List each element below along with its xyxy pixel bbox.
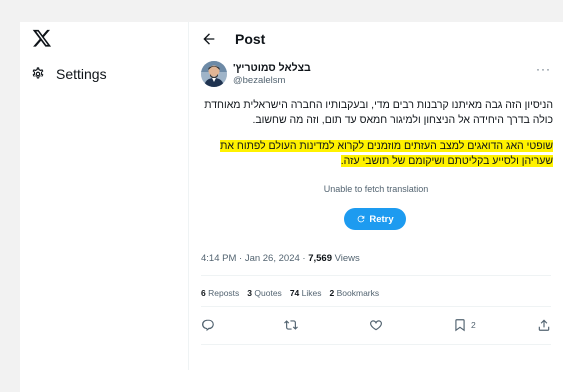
tweet-paragraph-1: הניסיון הזה גבה מאיתנו קרבנות רבים מדי, …: [204, 99, 553, 126]
views-count: 7,569: [308, 253, 332, 264]
quotes-count: 3: [247, 288, 253, 298]
retry-button[interactable]: Retry: [344, 208, 406, 230]
back-arrow-icon[interactable]: [201, 31, 217, 47]
tweet-author: בצלאל סמוטריץ' @bezalelsm ···: [201, 60, 553, 90]
bookmarks-stat[interactable]: 2 Bookmarks: [330, 288, 380, 298]
page-title: Post: [235, 31, 266, 47]
quotes-label: Quotes: [254, 288, 282, 298]
likes-label: Likes: [301, 288, 322, 298]
translation-error-message: Unable to fetch translation: [323, 184, 429, 194]
tweet-timestamp: 4:14 PM · Jan 26, 2024 · 7,569 Views: [201, 253, 360, 264]
retry-label: Retry: [369, 213, 394, 225]
views-label: Views: [331, 253, 360, 264]
reposts-count: 6: [201, 288, 206, 298]
reply-button[interactable]: [201, 317, 215, 333]
bookmark-button[interactable]: 2: [453, 317, 476, 333]
app-frame: Settings Post בצלאל סמוטריץ' @bezalelsm …: [20, 22, 563, 392]
share-button[interactable]: [537, 317, 551, 333]
tweet-time[interactable]: 4:14 PM · Jan 26, 2024 ·: [201, 253, 308, 264]
avatar-image: [201, 61, 227, 87]
like-button[interactable]: [369, 317, 383, 333]
share-icon: [538, 319, 550, 331]
divider: [201, 275, 551, 276]
author-names: בצלאל סמוטריץ' @bezalelsm: [233, 62, 311, 86]
reposts-stat[interactable]: 6 Reposts: [201, 288, 239, 298]
settings-nav-item[interactable]: Settings: [30, 66, 107, 82]
tweet-text: הניסיון הזה גבה מאיתנו קרבנות רבים מדי, …: [201, 98, 553, 169]
repost-button[interactable]: [284, 317, 298, 333]
divider: [201, 306, 551, 307]
avatar[interactable]: [201, 61, 227, 87]
bookmarks-count: 2: [329, 288, 335, 298]
author-display-name[interactable]: בצלאל סמוטריץ': [233, 62, 311, 74]
divider: [201, 344, 551, 345]
bookmark-icon: [455, 319, 465, 332]
author-handle[interactable]: @bezalelsm: [233, 75, 311, 86]
reply-icon: [201, 319, 214, 332]
action-bar: 2: [201, 317, 553, 333]
likes-stat[interactable]: 74 Likes: [290, 288, 322, 298]
gear-icon: [32, 67, 44, 79]
more-options-icon[interactable]: ···: [536, 62, 551, 76]
engagement-stats: 6 Reposts 3 Quotes 74 Likes 2 Bookmarks: [201, 288, 379, 298]
bookmark-count: 2: [471, 320, 476, 330]
highlighted-text: שופטי האג הדואגים למצב העזתים מוזמנים לק…: [220, 140, 553, 167]
refresh-icon: [357, 215, 365, 223]
settings-label: Settings: [56, 66, 107, 82]
likes-count: 74: [289, 288, 300, 298]
tweet-paragraph-2: שופטי האג הדואגים למצב העזתים מוזמנים לק…: [201, 139, 553, 169]
bookmarks-label: Bookmarks: [336, 288, 380, 298]
quotes-stat[interactable]: 3 Quotes: [247, 288, 282, 298]
heart-icon: [370, 320, 382, 331]
x-logo-icon[interactable]: [32, 28, 52, 48]
repost-icon: [284, 320, 298, 330]
reposts-label: Reposts: [208, 288, 240, 298]
post-column: Post בצלאל סמוטריץ' @bezalelsm ··· הניסי…: [189, 22, 563, 370]
